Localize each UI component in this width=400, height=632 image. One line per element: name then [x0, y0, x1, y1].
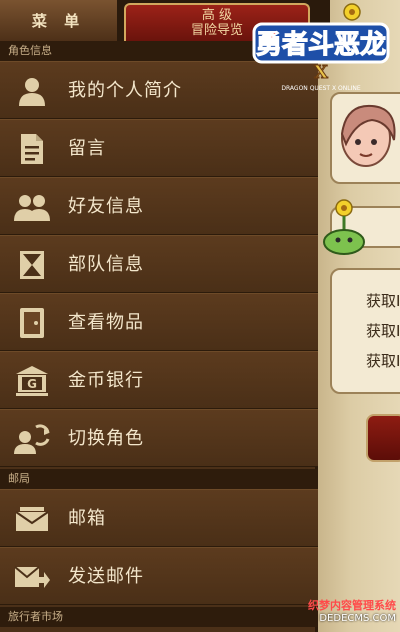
log-line: 获取I	[366, 322, 400, 340]
svg-text:G: G	[27, 377, 37, 391]
menu-item-message[interactable]: 留言	[0, 119, 318, 177]
menu-item-label: 好友信息	[68, 196, 144, 217]
mailbox-icon	[14, 502, 50, 536]
logo-mark: X	[314, 62, 328, 83]
menu-item-view-items[interactable]: 查看物品	[0, 293, 318, 351]
switch-character-icon	[14, 422, 50, 456]
log-line: 获取I	[366, 352, 400, 370]
menu-item-label: 邮箱	[68, 508, 106, 529]
character-portrait	[340, 104, 396, 167]
menu-item-label: 部队信息	[68, 254, 144, 275]
hourglass-icon	[14, 248, 50, 282]
section-header-traveler-market: 旅行者市场	[0, 607, 318, 627]
flower-pet-icon	[323, 199, 365, 255]
log-line: 获取I	[366, 292, 400, 310]
logo-subtitle: DRAGON QUEST X ONLINE	[281, 85, 360, 92]
section-header-mail: 邮局	[0, 469, 318, 489]
tab-menu[interactable]: 菜 单	[0, 0, 118, 41]
menu-item-label: 发送邮件	[68, 566, 144, 587]
watermark: 织梦内容管理系统 DEDECMS.COM	[290, 597, 400, 631]
action-button[interactable]	[366, 414, 400, 462]
send-mail-icon	[14, 560, 50, 594]
item-door-icon	[14, 306, 50, 340]
activity-log-card: 获取I 获取I 获取I	[330, 268, 400, 394]
person-icon	[14, 74, 50, 108]
menu-item-squad[interactable]: 部队信息	[0, 235, 318, 293]
menu-item-send-mail[interactable]: 发送邮件	[0, 547, 318, 605]
side-menu-drawer: 角色信息 我的个人简介 留言 好友信息 部队信息 查看物品 G 金币银行 切换角…	[0, 41, 318, 632]
tab-menu-label: 菜 单	[31, 12, 86, 30]
friends-icon	[14, 190, 50, 224]
menu-item-mailbox[interactable]: 邮箱	[0, 489, 318, 547]
menu-item-label: 金币银行	[68, 370, 144, 391]
watermark-line2: DEDECMS.COM	[319, 613, 396, 624]
menu-item-label: 切换角色	[68, 428, 144, 449]
menu-item-label: 查看物品	[68, 312, 144, 333]
bank-icon: G	[14, 364, 50, 398]
character-portrait-card[interactable]	[330, 92, 400, 184]
game-logo: 勇者斗恶龙 X DRAGON QUEST X ONLINE	[250, 2, 400, 94]
watermark-line1: 织梦内容管理系统	[308, 599, 396, 612]
menu-item-label: 留言	[68, 138, 106, 159]
logo-title: 勇者斗恶龙	[256, 30, 386, 60]
menu-item-label: 我的个人简介	[68, 80, 182, 101]
menu-item-gold-bank[interactable]: G 金币银行	[0, 351, 318, 409]
menu-item-switch-character[interactable]: 切换角色	[0, 409, 318, 467]
document-icon	[14, 132, 50, 166]
menu-item-friends[interactable]: 好友信息	[0, 177, 318, 235]
